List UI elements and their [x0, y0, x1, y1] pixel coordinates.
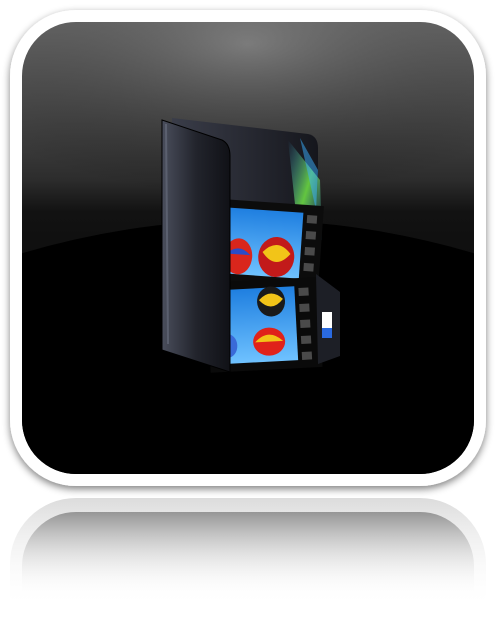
app-icon-graphic: [10, 10, 486, 644]
icon-reflection: [10, 498, 486, 644]
video-folder-icon: [161, 118, 340, 373]
icon-canvas: [0, 0, 496, 644]
